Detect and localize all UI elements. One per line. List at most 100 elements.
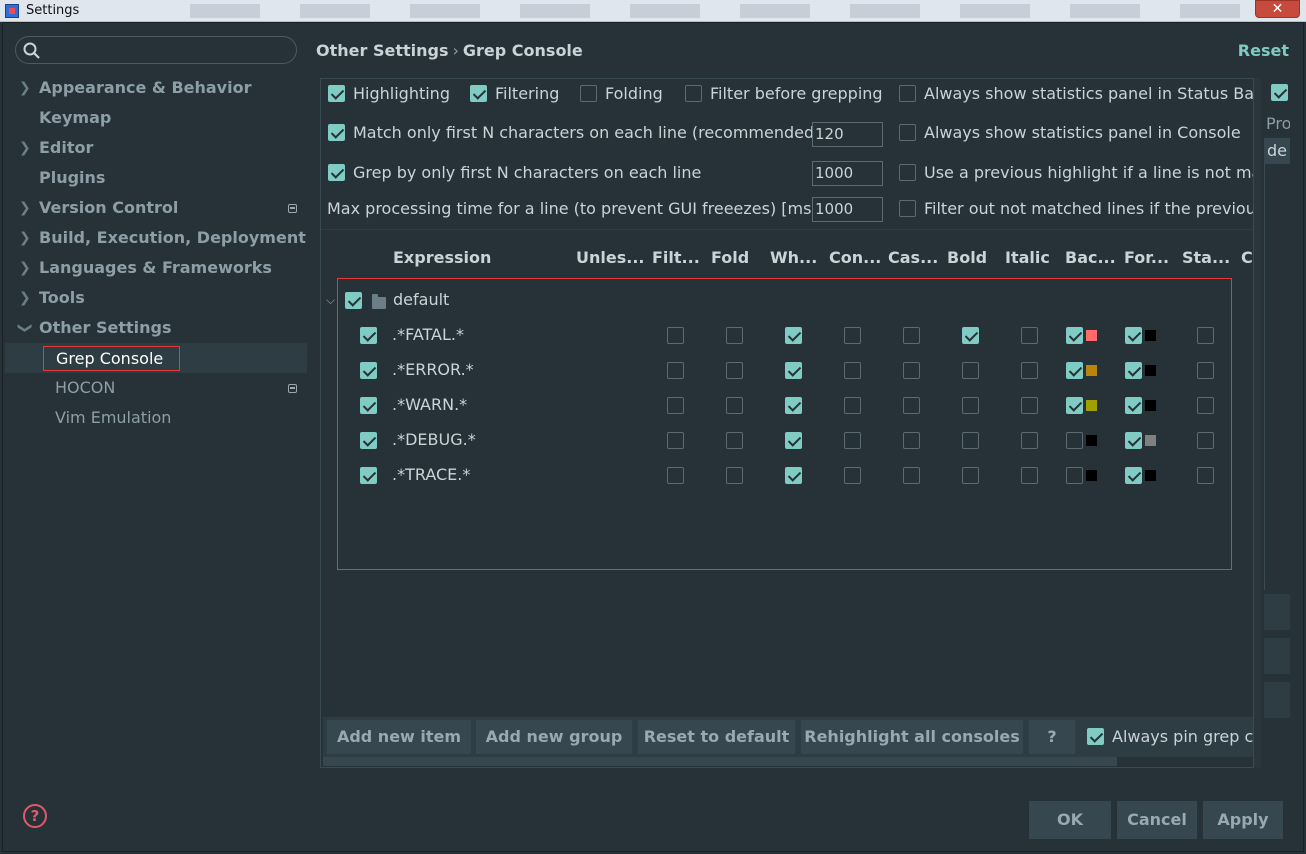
row-expression[interactable]: .*TRACE.*	[392, 465, 470, 484]
row-bold-checkbox[interactable]	[962, 467, 979, 484]
col-continue[interactable]: Con...	[829, 247, 881, 269]
horizontal-scrollbar[interactable]	[323, 757, 1117, 766]
row-bg-on-checkbox[interactable]	[1066, 362, 1083, 379]
background-color-swatch[interactable]	[1086, 330, 1097, 341]
row-stats-checkbox[interactable]	[1197, 362, 1214, 379]
row-cont-checkbox[interactable]	[844, 432, 861, 449]
sidebar-item-tools[interactable]: ❯ Tools	[5, 283, 307, 313]
row-fold-checkbox[interactable]	[726, 327, 743, 344]
help-button[interactable]: ?	[1029, 720, 1075, 754]
group-row-default[interactable]: ⌵ default	[321, 286, 1253, 316]
table-row[interactable]: .*ERROR.*	[321, 356, 1253, 386]
stats-console-checkbox[interactable]	[899, 123, 916, 141]
row-case-checkbox[interactable]	[903, 362, 920, 379]
sidebar-item-appearance[interactable]: ❯ Appearance & Behavior	[5, 73, 307, 103]
chevron-down-icon[interactable]: ⌵	[326, 293, 335, 308]
row-whole-checkbox[interactable]	[785, 467, 802, 484]
row-case-checkbox[interactable]	[903, 432, 920, 449]
row-case-checkbox[interactable]	[903, 397, 920, 414]
row-italic-checkbox[interactable]	[1021, 397, 1038, 414]
filtering-checkbox[interactable]	[470, 84, 487, 102]
right-strip-item[interactable]: de	[1264, 138, 1290, 164]
reset-link[interactable]: Reset	[1238, 41, 1289, 60]
stats-status-bar-option[interactable]: Always show statistics panel in Status B…	[899, 83, 1253, 105]
sidebar-item-plugins[interactable]: Plugins	[5, 163, 307, 193]
sidebar-item-build[interactable]: ❯ Build, Execution, Deployment	[5, 223, 307, 253]
row-case-checkbox[interactable]	[903, 467, 920, 484]
group-enabled-checkbox[interactable]	[345, 292, 362, 309]
cancel-button[interactable]: Cancel	[1117, 801, 1197, 839]
background-color-swatch[interactable]	[1086, 435, 1097, 446]
row-case-checkbox[interactable]	[903, 327, 920, 344]
row-expression[interactable]: .*FATAL.*	[392, 325, 464, 344]
help-icon[interactable]: ?	[23, 804, 47, 828]
row-filter-checkbox[interactable]	[667, 432, 684, 449]
row-whole-checkbox[interactable]	[785, 397, 802, 414]
row-bold-checkbox[interactable]	[962, 362, 979, 379]
row-italic-checkbox[interactable]	[1021, 362, 1038, 379]
sidebar-item-editor[interactable]: ❯ Editor	[5, 133, 307, 163]
table-row[interactable]: .*DEBUG.*	[321, 426, 1253, 456]
row-fold-checkbox[interactable]	[726, 432, 743, 449]
row-whole-checkbox[interactable]	[785, 432, 802, 449]
folding-checkbox[interactable]	[580, 84, 597, 102]
sidebar-item-vim-emulation[interactable]: Vim Emulation	[5, 403, 307, 433]
sidebar-item-grep-console[interactable]: Grep Console	[5, 343, 307, 373]
row-italic-checkbox[interactable]	[1021, 467, 1038, 484]
row-cont-checkbox[interactable]	[844, 397, 861, 414]
row-fg-on-checkbox[interactable]	[1125, 467, 1142, 484]
sidebar-item-languages[interactable]: ❯ Languages & Frameworks	[5, 253, 307, 283]
row-filter-checkbox[interactable]	[667, 467, 684, 484]
table-row[interactable]: .*FATAL.*	[321, 321, 1253, 351]
row-bg-on-checkbox[interactable]	[1066, 327, 1083, 344]
prev-highlight-option[interactable]: Use a previous highlight if a line is no…	[899, 162, 1253, 184]
match-first-n-option[interactable]: Match only first N characters on each li…	[328, 122, 820, 144]
table-row[interactable]: .*TRACE.*	[321, 461, 1253, 491]
add-new-group-button[interactable]: Add new group	[476, 720, 632, 754]
row-bg-on-checkbox[interactable]	[1066, 397, 1083, 414]
foreground-color-swatch[interactable]	[1145, 435, 1156, 446]
right-strip-button[interactable]	[1264, 638, 1290, 674]
add-new-item-button[interactable]: Add new item	[327, 720, 471, 754]
right-strip-button[interactable]	[1264, 682, 1290, 718]
row-fold-checkbox[interactable]	[726, 397, 743, 414]
col-fold[interactable]: Fold	[711, 247, 749, 269]
background-color-swatch[interactable]	[1086, 400, 1097, 411]
row-enabled-checkbox[interactable]	[360, 397, 377, 414]
col-foreground[interactable]: For...	[1124, 247, 1169, 269]
grep-first-n-checkbox[interactable]	[328, 163, 345, 181]
col-expression[interactable]: Expression	[393, 247, 491, 269]
row-enabled-checkbox[interactable]	[360, 362, 377, 379]
ok-button[interactable]: OK	[1029, 801, 1111, 839]
right-strip-button[interactable]	[1264, 594, 1290, 630]
always-pin-checkbox[interactable]	[1087, 727, 1104, 745]
right-strip-checkbox[interactable]	[1271, 84, 1288, 101]
row-stats-checkbox[interactable]	[1197, 467, 1214, 484]
foreground-color-swatch[interactable]	[1145, 400, 1156, 411]
row-filter-checkbox[interactable]	[667, 327, 684, 344]
settings-search-input[interactable]	[15, 36, 297, 64]
filter-out-option[interactable]: Filter out not matched lines if the prev…	[899, 198, 1253, 220]
max-time-field[interactable]: 1000	[812, 197, 883, 222]
row-enabled-checkbox[interactable]	[360, 327, 377, 344]
sidebar-item-hocon[interactable]: HOCON	[5, 373, 307, 403]
filter-before-checkbox[interactable]	[685, 84, 702, 102]
row-filter-checkbox[interactable]	[667, 362, 684, 379]
row-italic-checkbox[interactable]	[1021, 327, 1038, 344]
reset-to-default-button[interactable]: Reset to default	[638, 720, 795, 754]
col-statistics[interactable]: Sta...	[1182, 247, 1230, 269]
row-stats-checkbox[interactable]	[1197, 397, 1214, 414]
highlighting-checkbox[interactable]	[328, 84, 345, 102]
col-whole[interactable]: Wh...	[770, 247, 817, 269]
foreground-color-swatch[interactable]	[1145, 330, 1156, 341]
col-unless[interactable]: Unles...	[576, 247, 644, 269]
stats-console-option[interactable]: Always show statistics panel in Console	[899, 122, 1241, 144]
row-enabled-checkbox[interactable]	[360, 467, 377, 484]
filtering-option[interactable]: Filtering	[470, 83, 559, 105]
foreground-color-swatch[interactable]	[1145, 470, 1156, 481]
row-whole-checkbox[interactable]	[785, 362, 802, 379]
row-bold-checkbox[interactable]	[962, 432, 979, 449]
sidebar-item-other-settings[interactable]: ❯ Other Settings	[5, 313, 307, 343]
sidebar-item-keymap[interactable]: Keymap	[5, 103, 307, 133]
window-close-button[interactable]: ✕	[1255, 0, 1300, 18]
